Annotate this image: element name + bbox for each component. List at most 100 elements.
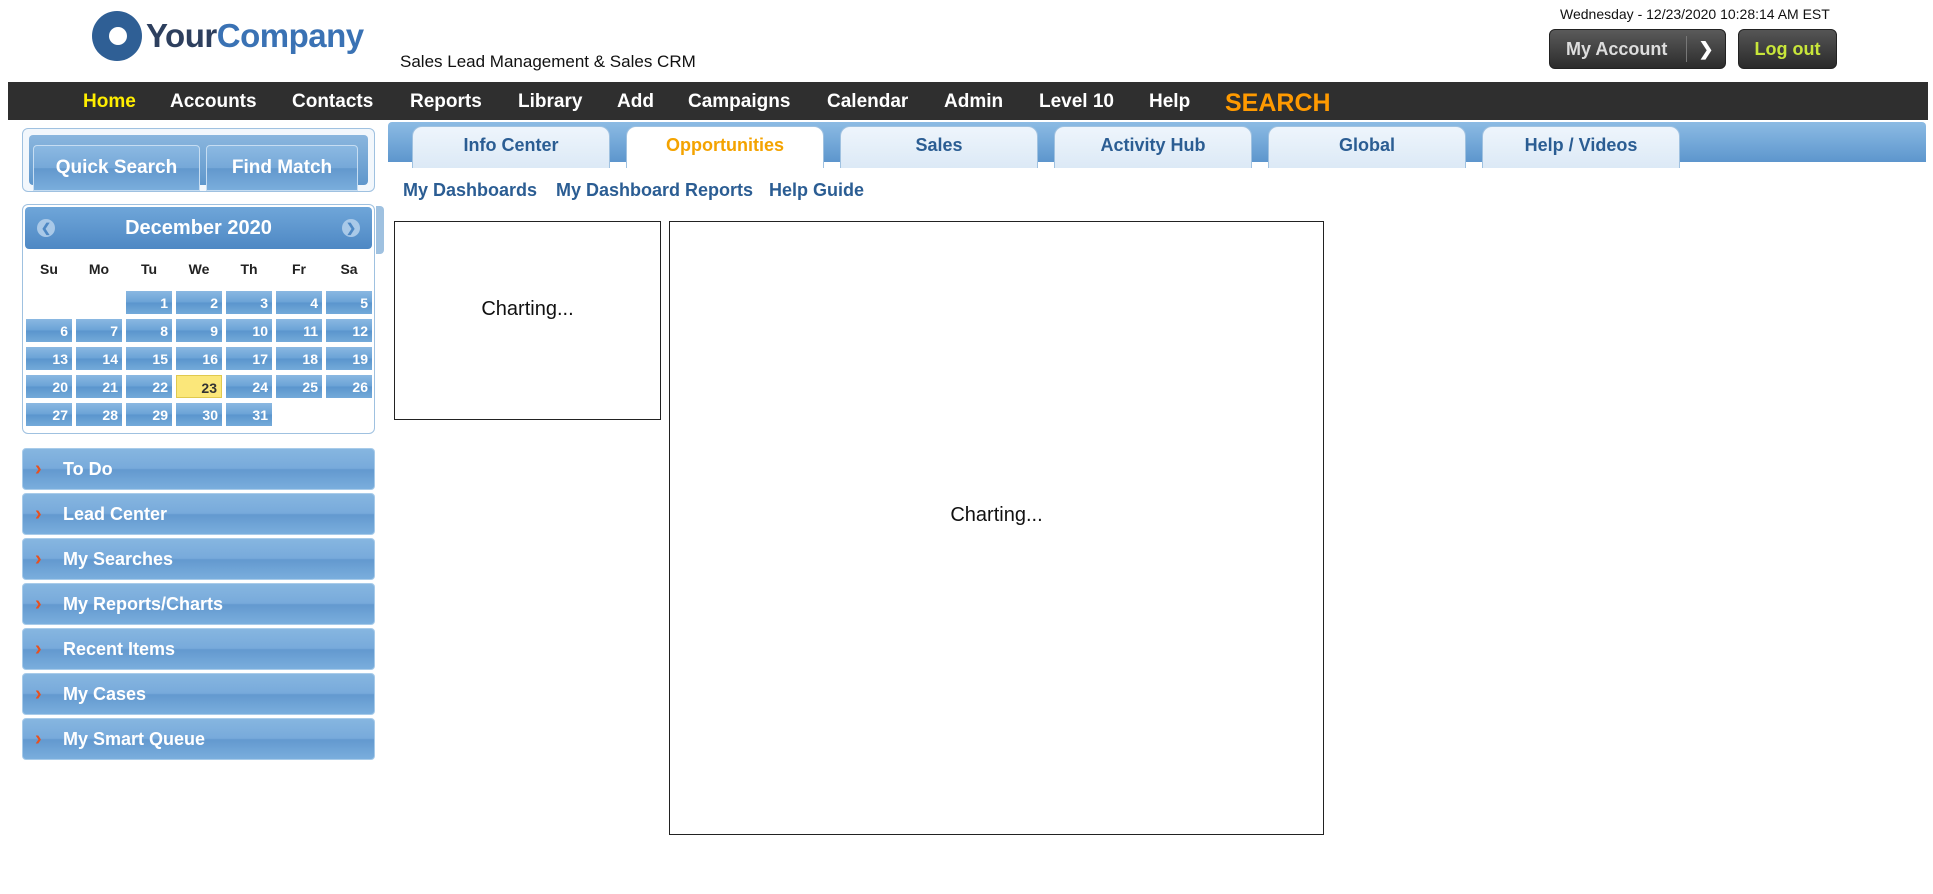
calendar-day[interactable]: 8 xyxy=(126,319,172,342)
main-nav-bar: Home Accounts Contacts Reports Library A… xyxy=(8,82,1928,120)
sidebar-item-label: My Smart Queue xyxy=(63,729,206,749)
calendar-day[interactable]: 30 xyxy=(176,403,222,426)
dashboard-chart-small: Charting... xyxy=(394,221,661,420)
company-logo[interactable]: Your Company xyxy=(92,10,364,62)
sidebar-collapse-handle[interactable] xyxy=(376,206,384,254)
tab-opportunities[interactable]: Opportunities xyxy=(626,126,824,168)
calendar-day[interactable]: 24 xyxy=(226,375,272,398)
my-dashboard-reports-link[interactable]: My Dashboard Reports xyxy=(556,180,753,201)
calendar-day[interactable]: 1 xyxy=(126,291,172,314)
sidebar-item-label: To Do xyxy=(63,459,113,479)
logo-text-your: Your xyxy=(146,17,217,54)
calendar-dow-label: Sa xyxy=(340,261,358,277)
chevron-right-icon: › xyxy=(35,503,42,525)
logout-button[interactable]: Log out xyxy=(1738,29,1837,69)
calendar-day[interactable]: 23 xyxy=(176,375,222,398)
quick-search-bar: Quick Search Find Match xyxy=(29,135,368,191)
tab-help-videos[interactable]: Help / Videos xyxy=(1482,126,1680,168)
calendar-day[interactable]: 4 xyxy=(276,291,322,314)
nav-reports[interactable]: Reports xyxy=(410,82,482,120)
current-datetime: Wednesday - 12/23/2020 10:28:14 AM EST xyxy=(1560,6,1830,22)
tab-info-center[interactable]: Info Center xyxy=(412,126,610,168)
tab-sales[interactable]: Sales xyxy=(840,126,1038,168)
calendar-dow-label: Fr xyxy=(292,261,306,277)
nav-library[interactable]: Library xyxy=(518,82,582,120)
my-account-button[interactable]: My Account ❯ xyxy=(1549,29,1726,69)
chevron-right-icon: › xyxy=(35,683,42,705)
calendar-day[interactable]: 13 xyxy=(26,347,72,370)
sidebar-item-label: My Cases xyxy=(63,684,147,704)
tab-bar: Info Center Opportunities Sales Activity… xyxy=(388,122,1926,168)
sidebar-item-my-cases[interactable]: › My Cases xyxy=(22,673,375,715)
chevron-down-icon[interactable]: ❯ xyxy=(1687,39,1725,60)
nav-home[interactable]: Home xyxy=(83,82,136,120)
nav-search[interactable]: SEARCH xyxy=(1225,82,1331,120)
chevron-right-icon: › xyxy=(35,548,42,570)
sidebar-item-my-searches[interactable]: › My Searches xyxy=(22,538,375,580)
nav-admin[interactable]: Admin xyxy=(944,82,1003,120)
calendar-day[interactable]: 31 xyxy=(226,403,272,426)
calendar-day[interactable]: 21 xyxy=(76,375,122,398)
tab-global[interactable]: Global xyxy=(1268,126,1466,168)
calendar-dow-label: Tu xyxy=(140,261,158,277)
nav-campaigns[interactable]: Campaigns xyxy=(688,82,790,120)
my-account-label: My Account xyxy=(1566,38,1668,59)
calendar-day[interactable]: 29 xyxy=(126,403,172,426)
calendar-day[interactable]: 2 xyxy=(176,291,222,314)
chevron-right-icon: › xyxy=(35,593,42,615)
mini-calendar: ❮ December 2020 ❯ Su Mo Tu We Th Fr Sa 1 2 3 4 5 6 7 8… xyxy=(22,204,375,434)
calendar-day[interactable]: 6 xyxy=(26,319,72,342)
tab-activity-hub[interactable]: Activity Hub xyxy=(1054,126,1252,168)
calendar-day[interactable]: 25 xyxy=(276,375,322,398)
sidebar-item-label: Recent Items xyxy=(63,639,176,659)
my-dashboards-link[interactable]: My Dashboards xyxy=(403,180,537,201)
calendar-day[interactable]: 10 xyxy=(226,319,272,342)
calendar-day[interactable]: 5 xyxy=(326,291,372,314)
chart-loading-text: Charting... xyxy=(481,298,574,320)
calendar-day[interactable]: 15 xyxy=(126,347,172,370)
calendar-day[interactable]: 18 xyxy=(276,347,322,370)
sidebar-item-label: My Searches xyxy=(63,549,174,569)
sidebar-item-recent-items[interactable]: › Recent Items xyxy=(22,628,375,670)
calendar-day[interactable]: 17 xyxy=(226,347,272,370)
nav-calendar[interactable]: Calendar xyxy=(827,82,908,120)
nav-accounts[interactable]: Accounts xyxy=(170,82,257,120)
calendar-month: December 2020 xyxy=(125,217,272,239)
nav-level10[interactable]: Level 10 xyxy=(1039,82,1114,120)
app-subtitle: Sales Lead Management & Sales CRM xyxy=(400,52,696,71)
nav-contacts[interactable]: Contacts xyxy=(292,82,373,120)
calendar-dow-label: Th xyxy=(240,261,258,277)
sidebar-item-to-do[interactable]: › To Do xyxy=(22,448,375,490)
calendar-day[interactable]: 16 xyxy=(176,347,222,370)
chevron-right-icon: › xyxy=(35,638,42,660)
calendar-dow-label: Mo xyxy=(88,261,110,277)
calendar-next-icon[interactable]: ❯ xyxy=(342,219,360,237)
calendar-day[interactable]: 27 xyxy=(26,403,72,426)
calendar-day[interactable]: 9 xyxy=(176,319,222,342)
calendar-header: ❮ December 2020 ❯ xyxy=(25,207,372,249)
sidebar-item-label: Lead Center xyxy=(63,504,168,524)
nav-help[interactable]: Help xyxy=(1149,82,1190,120)
chevron-right-icon: › xyxy=(35,458,42,480)
find-match-button[interactable]: Find Match xyxy=(206,145,358,191)
calendar-day[interactable]: 28 xyxy=(76,403,122,426)
sidebar-item-my-reports-charts[interactable]: › My Reports/Charts xyxy=(22,583,375,625)
calendar-day[interactable]: 20 xyxy=(26,375,72,398)
quick-search-button[interactable]: Quick Search xyxy=(33,145,200,191)
calendar-day[interactable]: 3 xyxy=(226,291,272,314)
calendar-day[interactable]: 11 xyxy=(276,319,322,342)
sidebar-item-lead-center[interactable]: › Lead Center xyxy=(22,493,375,535)
nav-add[interactable]: Add xyxy=(617,82,654,120)
quick-search-panel: Quick Search Find Match xyxy=(22,128,375,192)
logo-icon xyxy=(92,11,142,61)
calendar-prev-icon[interactable]: ❮ xyxy=(37,219,55,237)
help-guide-link[interactable]: Help Guide xyxy=(769,180,864,201)
calendar-day[interactable]: 22 xyxy=(126,375,172,398)
dashboard-chart-large: Charting... xyxy=(669,221,1324,835)
calendar-day[interactable]: 12 xyxy=(326,319,372,342)
sidebar-item-my-smart-queue[interactable]: › My Smart Queue xyxy=(22,718,375,760)
calendar-day[interactable]: 14 xyxy=(76,347,122,370)
calendar-day[interactable]: 19 xyxy=(326,347,372,370)
calendar-day[interactable]: 7 xyxy=(76,319,122,342)
calendar-day[interactable]: 26 xyxy=(326,375,372,398)
